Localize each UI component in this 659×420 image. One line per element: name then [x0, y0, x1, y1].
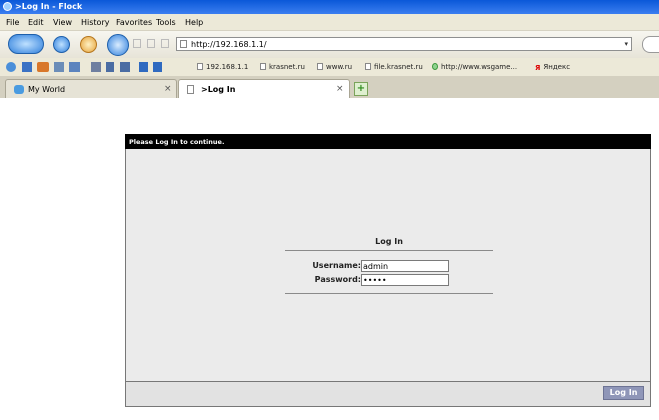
page-icon: [187, 85, 194, 94]
new-tab-icon[interactable]: +: [354, 82, 368, 96]
menu-favorites[interactable]: Favorites: [116, 18, 152, 27]
search-engine-icon[interactable]: [642, 36, 659, 53]
people-icon[interactable]: [22, 62, 32, 72]
url-dropdown-icon[interactable]: ▾: [624, 40, 628, 48]
menu-file[interactable]: File: [6, 18, 19, 27]
password-input[interactable]: [361, 274, 449, 286]
back-forward-icon[interactable]: [8, 34, 44, 54]
game-favicon-icon: [432, 63, 438, 70]
bookmarks-toolbar: 192.168.1.1 krasnet.ru www.ru file.krasn…: [0, 58, 659, 77]
menu-edit[interactable]: Edit: [28, 18, 44, 27]
page-icon: [317, 63, 323, 70]
accounts-icon[interactable]: [91, 62, 101, 72]
rss-icon[interactable]: [147, 39, 155, 48]
login-footer: [125, 381, 651, 407]
reload-icon[interactable]: [53, 36, 70, 53]
blog-icon[interactable]: [120, 62, 130, 72]
clip-icon[interactable]: [161, 39, 169, 48]
divider-bottom: [285, 293, 493, 294]
upload-icon[interactable]: [153, 62, 162, 72]
close-tab-icon[interactable]: ×: [164, 84, 172, 94]
page-favicon-icon: [180, 40, 187, 48]
bookmark-4[interactable]: file.krasnet.ru: [365, 63, 423, 71]
flock-globe-icon[interactable]: [6, 62, 16, 72]
bookmark-1[interactable]: 192.168.1.1: [197, 63, 248, 71]
window-titlebar: >Log In - Flock: [0, 0, 659, 14]
username-input[interactable]: [361, 260, 449, 272]
bookmark-5[interactable]: http://www.wsgame...: [432, 63, 517, 71]
editor-icon[interactable]: [139, 62, 148, 72]
tab-bar: My World × >Log In × +: [0, 76, 659, 99]
menu-history[interactable]: History: [81, 18, 109, 27]
menu-bar: File Edit View History Favorites Tools H…: [0, 14, 659, 31]
divider-top: [285, 250, 493, 251]
my-world-icon: [14, 85, 24, 94]
media-icon[interactable]: [37, 62, 49, 72]
bookmark-6[interactable]: Я Яндекс: [535, 63, 570, 72]
menu-help[interactable]: Help: [185, 18, 203, 27]
menu-tools[interactable]: Tools: [156, 18, 176, 27]
password-label: Password:: [314, 275, 361, 284]
bookmark-3[interactable]: www.ru: [317, 63, 352, 71]
page-icon[interactable]: [133, 39, 141, 48]
page-icon: [365, 63, 371, 70]
star-favorite-icon[interactable]: [107, 34, 129, 56]
feed-icon[interactable]: [54, 62, 64, 72]
page-icon: [260, 63, 266, 70]
menu-view[interactable]: View: [53, 18, 72, 27]
login-button[interactable]: Log In: [603, 386, 644, 400]
login-banner: Please Log In to continue.: [125, 134, 651, 149]
username-label: Username:: [312, 261, 361, 270]
login-heading: Log In: [375, 237, 403, 246]
home-icon[interactable]: [80, 36, 97, 53]
page-icon: [197, 63, 203, 70]
close-tab-icon[interactable]: ×: [336, 84, 344, 94]
bookmark-2[interactable]: krasnet.ru: [260, 63, 305, 71]
url-bar[interactable]: http://192.168.1.1/ ▾: [176, 37, 632, 51]
flock-logo-icon: [3, 2, 12, 11]
tab-log-in[interactable]: >Log In ×: [178, 79, 350, 98]
mail-icon[interactable]: [69, 62, 80, 72]
banner-text: Please Log In to continue.: [129, 138, 225, 146]
yandex-icon: Я: [535, 64, 541, 72]
tab-my-world[interactable]: My World ×: [5, 79, 177, 98]
url-text: http://192.168.1.1/: [191, 40, 267, 49]
window-title: >Log In - Flock: [15, 2, 83, 11]
clipboard-icon[interactable]: [106, 62, 114, 72]
